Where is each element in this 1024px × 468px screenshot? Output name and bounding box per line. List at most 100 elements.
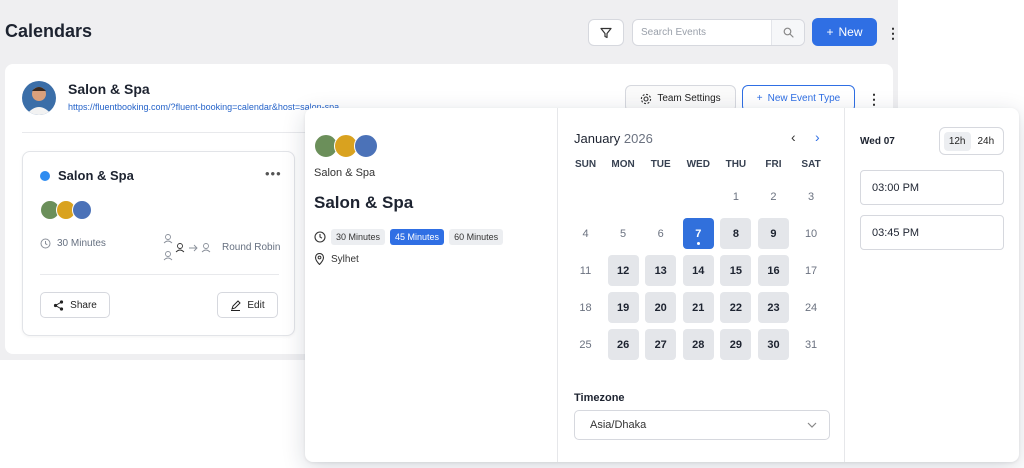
- edit-button[interactable]: Edit: [217, 292, 278, 318]
- calendar-more-icon[interactable]: ⋮: [867, 92, 881, 106]
- pencil-icon: [231, 299, 242, 311]
- share-label: Share: [70, 299, 97, 311]
- calendar-day-available[interactable]: 20: [645, 292, 677, 323]
- event-title: Salon & Spa: [314, 193, 414, 212]
- status-dot: [40, 171, 50, 181]
- calendar-day: 31: [804, 338, 818, 351]
- location-pin-icon: [314, 253, 325, 265]
- search-input[interactable]: [633, 27, 771, 38]
- new-button[interactable]: + New: [812, 18, 877, 46]
- calendar-day-available[interactable]: 29: [720, 329, 752, 360]
- event-title: Salon & Spa: [58, 168, 134, 183]
- host-avatars: [40, 200, 92, 220]
- round-robin-icon: [163, 234, 211, 261]
- duration-options: 30 Minutes 45 Minutes 60 Minutes: [314, 229, 504, 245]
- calendar-day-available[interactable]: 26: [607, 329, 639, 360]
- search-box: [632, 19, 805, 46]
- chevron-left-icon[interactable]: ‹: [791, 130, 796, 144]
- plus-icon: +: [826, 25, 834, 39]
- calendar-day-empty: [570, 181, 601, 212]
- calendar-day: 24: [804, 301, 818, 314]
- avatar: [72, 200, 92, 220]
- clock-icon: [314, 231, 326, 243]
- month-name: January: [574, 131, 621, 146]
- year: 2026: [623, 131, 653, 146]
- timezone-select[interactable]: Asia/Dhaka: [574, 410, 830, 440]
- share-button[interactable]: Share: [40, 292, 110, 318]
- calendar-day-available[interactable]: 16: [757, 255, 789, 286]
- calendar-day-available[interactable]: 15: [720, 255, 752, 286]
- calendar-day-available[interactable]: 19: [607, 292, 639, 323]
- calendar-day: 5: [620, 227, 627, 240]
- calendar-day-available[interactable]: 13: [645, 255, 677, 286]
- weekday-header: FRI: [765, 159, 782, 170]
- format-12h[interactable]: 12h: [943, 131, 971, 151]
- share-icon: [54, 299, 64, 311]
- calendar-day: 1: [732, 190, 739, 203]
- plus-icon: +: [756, 93, 763, 104]
- event-duration: 30 Minutes: [40, 238, 106, 249]
- time-format-toggle: 12h 24h: [939, 127, 1004, 155]
- location: Sylhet: [314, 253, 359, 265]
- new-button-label: New: [838, 25, 863, 39]
- calendar-day: 11: [579, 264, 592, 277]
- weekday-header: THU: [725, 159, 747, 170]
- avatar: [354, 134, 378, 158]
- booking-widget: Salon & Spa Salon & Spa 30 Minutes 45 Mi…: [305, 108, 1019, 462]
- weekday-header: MON: [611, 159, 635, 170]
- weekday-header: TUE: [650, 159, 671, 170]
- calendar-day: 6: [657, 227, 664, 240]
- calendar-link[interactable]: https://fluentbooking.com/?fluent-bookin…: [68, 102, 339, 112]
- duration-chip[interactable]: 30 Minutes: [331, 229, 386, 245]
- host-name: Salon & Spa: [314, 167, 376, 179]
- calendar-day: 18: [579, 301, 592, 314]
- calendar-day: 4: [582, 227, 589, 240]
- calendar-day: 25: [579, 338, 592, 351]
- event-card[interactable]: Salon & Spa ••• 30 Minutes Round Robin S…: [22, 151, 295, 336]
- month-title: January 2026: [574, 131, 653, 146]
- team-settings-label: Team Settings: [657, 93, 721, 104]
- chevron-down-icon: [807, 422, 817, 428]
- page-title: Calendars: [5, 21, 93, 41]
- header-more-icon[interactable]: ⋮: [886, 26, 900, 40]
- filter-icon: [600, 27, 612, 38]
- calendar-day-available[interactable]: 27: [645, 329, 677, 360]
- time-slot[interactable]: 03:45 PM: [860, 215, 1004, 250]
- divider: [40, 274, 279, 275]
- new-event-type-label: New Event Type: [767, 93, 841, 104]
- duration-label: 30 Minutes: [57, 238, 106, 249]
- calendar-day-selected[interactable]: 7: [682, 218, 714, 249]
- calendar-day-available[interactable]: 21: [682, 292, 714, 323]
- time-slot[interactable]: 03:00 PM: [860, 170, 1004, 205]
- assignment-label: Round Robin: [222, 241, 281, 253]
- duration-chip-selected[interactable]: 45 Minutes: [390, 229, 445, 245]
- assignment-type: Round Robin: [160, 232, 280, 262]
- calendar-day-available[interactable]: 22: [720, 292, 752, 323]
- calendar-day-available[interactable]: 30: [757, 329, 789, 360]
- search-button[interactable]: [771, 20, 804, 45]
- calendar-day-available[interactable]: 23: [757, 292, 789, 323]
- timezone-value: Asia/Dhaka: [590, 419, 647, 431]
- avatar: [22, 81, 56, 115]
- calendar-day-available[interactable]: 14: [682, 255, 714, 286]
- format-24h[interactable]: 24h: [973, 132, 1000, 151]
- calendar-day-available[interactable]: 9: [757, 218, 789, 249]
- host-avatars: [314, 134, 378, 158]
- edit-label: Edit: [247, 299, 265, 311]
- timezone-label: Timezone: [574, 392, 625, 404]
- calendar-day-empty: [608, 181, 639, 212]
- calendar-day: 3: [808, 190, 815, 203]
- calendar-day: 2: [770, 190, 777, 203]
- duration-chip[interactable]: 60 Minutes: [449, 229, 504, 245]
- calendar-day: 10: [804, 227, 818, 240]
- gear-icon: [641, 93, 652, 104]
- calendar-day-available[interactable]: 8: [720, 218, 752, 249]
- calendar-day-available[interactable]: 12: [607, 255, 639, 286]
- calendar-grid: SUN MON TUE WED THU FRI SAT 1 2 3 4 5 6 7 8 9 10 11 12 13 14…: [570, 157, 833, 360]
- calendar-day-available[interactable]: 28: [682, 329, 714, 360]
- chevron-right-icon[interactable]: ›: [815, 130, 820, 144]
- time-slots-panel: Wed 07 12h 24h 03:00 PM 03:45 PM: [845, 108, 1019, 462]
- more-icon[interactable]: •••: [265, 166, 282, 181]
- filter-button[interactable]: [588, 19, 624, 46]
- calendar-day-empty: [683, 181, 714, 212]
